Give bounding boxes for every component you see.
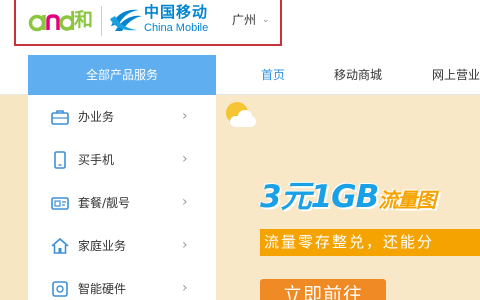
sim-card-icon <box>51 197 69 210</box>
sidebar-item-label: 买手机 <box>78 153 115 167</box>
all-products-button[interactable]: 全部产品服务 <box>28 55 216 95</box>
chevron-right-icon: › <box>182 194 188 210</box>
briefcase-icon <box>51 110 69 125</box>
china-mobile-name-en: China Mobile <box>144 22 209 34</box>
china-mobile-logo-icon <box>110 9 142 31</box>
sidebar-item-smart-hardware[interactable]: 智能硬件 › <box>28 267 216 300</box>
chevron-right-icon: › <box>182 108 188 124</box>
go-now-button[interactable]: 立即前往 <box>260 279 386 300</box>
promo-title: 3元1GB流量图 <box>260 177 436 220</box>
chevron-right-icon: › <box>182 237 188 253</box>
chevron-right-icon: › <box>182 280 188 296</box>
page-root: 和 中国移动 China Mobile 广州 ⌄ 全部产品服务 首页 移动商城 … <box>0 0 480 300</box>
nav-link-mobile-store[interactable]: 移动商城 <box>334 55 382 95</box>
china-mobile-name-cn: 中国移动 <box>144 3 209 21</box>
chevron-down-icon[interactable]: ⌄ <box>262 12 270 28</box>
city-selector[interactable]: 广州 <box>232 12 256 28</box>
smart-device-icon <box>52 281 68 297</box>
sidebar-item-plans[interactable]: 套餐/靓号 › <box>28 181 216 224</box>
product-sidebar: 办业务 › 买手机 › 套餐/靓号 › 家庭业务 › 智能硬件 › <box>28 95 216 300</box>
home-icon <box>51 237 69 254</box>
header: 和 中国移动 China Mobile 广州 ⌄ <box>0 0 480 50</box>
main-navbar: 全部产品服务 首页 移动商城 网上营业 <box>0 55 480 95</box>
promo-title-main: 3元1GB <box>260 179 379 215</box>
brand-divider <box>101 6 102 36</box>
sidebar-item-label: 办业务 <box>78 110 115 124</box>
sidebar-item-label: 智能硬件 <box>78 282 127 296</box>
cloud-icon <box>230 116 256 127</box>
sidebar-item-business[interactable]: 办业务 › <box>28 95 216 138</box>
sidebar-item-buy-phone[interactable]: 买手机 › <box>28 138 216 181</box>
promo-title-accent: 流量图 <box>378 188 436 212</box>
phone-icon <box>54 151 66 169</box>
sidebar-item-family[interactable]: 家庭业务 › <box>28 224 216 267</box>
promo-banner[interactable]: 3元1GB流量图 流量零存整兑，还能分 立即前往 <box>216 95 480 300</box>
sidebar-item-label: 家庭业务 <box>78 239 127 253</box>
promo-subtitle: 流量零存整兑，还能分 <box>264 233 435 251</box>
chevron-right-icon: › <box>182 151 188 167</box>
brand-logo-area[interactable]: 和 中国移动 China Mobile 广州 ⌄ <box>14 0 282 46</box>
nav-link-home[interactable]: 首页 <box>261 55 285 95</box>
nav-link-online-hall[interactable]: 网上营业 <box>432 55 480 95</box>
he-logo-text: 和 <box>74 9 94 31</box>
sidebar-item-label: 套餐/靓号 <box>78 196 131 210</box>
and-logo-icon <box>28 11 74 32</box>
